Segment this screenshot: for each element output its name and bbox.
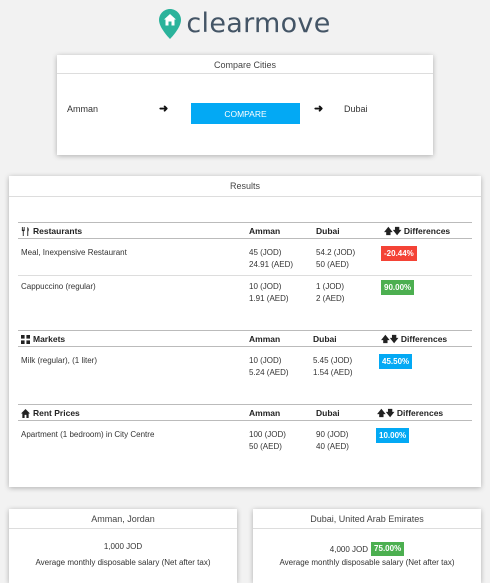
sort-arrows-icon: 🡅🡇 bbox=[384, 226, 402, 236]
from-price-aed: 5.24 (AED) bbox=[249, 368, 289, 377]
column-header-diff-label: Differences bbox=[400, 334, 448, 344]
from-price: 45 (JOD) bbox=[249, 248, 282, 257]
salary-value: 4,000 JOD bbox=[329, 544, 369, 554]
to-price: 5.45 (JOD) bbox=[313, 356, 353, 365]
item-label: Milk (regular), (1 liter) bbox=[21, 356, 98, 365]
difference-badge: -20.44% bbox=[381, 246, 417, 261]
divider bbox=[9, 528, 237, 529]
to-price-aed: 40 (AED) bbox=[316, 442, 349, 451]
column-header-to: Dubai bbox=[313, 334, 337, 344]
brand-name: clearmove bbox=[186, 8, 331, 39]
difference-badge: 10.00% bbox=[376, 428, 410, 443]
compare-cities-card: Compare Cities Amman ➜ COMPARE ➜ Dubai bbox=[57, 55, 433, 155]
from-price-aed: 24.91 (AED) bbox=[249, 260, 294, 269]
to-city-summary-title: Dubai, United Arab Emirates bbox=[310, 514, 424, 524]
from-price-aed: 1.91 (AED) bbox=[249, 294, 289, 303]
rent-prices-header: Rent Prices Amman Dubai 🡅🡇 Differences bbox=[18, 404, 472, 421]
table-row: Cappuccino (regular) 10 (JOD) 1.91 (AED)… bbox=[18, 276, 472, 310]
item-label: Cappuccino (regular) bbox=[21, 282, 96, 291]
table-row: Meal, Inexpensive Restaurant 45 (JOD) 24… bbox=[18, 240, 472, 276]
markets-header: Markets Amman Dubai 🡅🡇 Differences bbox=[18, 330, 472, 347]
to-price: 1 (JOD) bbox=[316, 282, 344, 291]
salary-caption: Average monthly disposable salary (Net a… bbox=[279, 558, 455, 567]
results-title: Results bbox=[229, 181, 260, 191]
section-title: Markets bbox=[21, 334, 65, 344]
column-header-from: Amman bbox=[249, 334, 281, 344]
home-icon bbox=[21, 408, 30, 418]
column-header-from: Amman bbox=[249, 226, 281, 236]
results-card: Results Restaurants Amman Dubai 🡅🡇 Diffe… bbox=[9, 176, 481, 487]
section-name: Rent Prices bbox=[33, 408, 80, 418]
item-label: Apartment (1 bedroom) in City Centre bbox=[21, 430, 155, 439]
to-price-aed: 1.54 (AED) bbox=[313, 368, 353, 377]
utensils-icon bbox=[21, 226, 29, 236]
from-price: 10 (JOD) bbox=[249, 356, 282, 365]
to-price: 90 (JOD) bbox=[316, 430, 349, 439]
to-price-aed: 2 (AED) bbox=[316, 294, 345, 303]
divider bbox=[253, 528, 481, 529]
table-row: Apartment (1 bedroom) in City Centre 100… bbox=[18, 422, 472, 458]
compare-cities-title: Compare Cities bbox=[213, 60, 277, 70]
divider bbox=[9, 196, 481, 197]
from-price-aed: 50 (AED) bbox=[249, 442, 282, 451]
salary-line: 4,000 JOD 75.00% bbox=[253, 542, 481, 556]
to-city-field[interactable]: Dubai bbox=[344, 104, 368, 114]
to-city-summary-card: Dubai, United Arab Emirates 4,000 JOD 75… bbox=[253, 509, 481, 583]
salary-difference-badge: 75.00% bbox=[371, 542, 405, 556]
salary-caption: Average monthly disposable salary (Net a… bbox=[35, 558, 211, 567]
restaurants-header: Restaurants Amman Dubai 🡅🡇 Differences bbox=[18, 222, 472, 239]
from-city-summary-card: Amman, Jordan 1,000 JOD Average monthly … bbox=[9, 509, 237, 583]
sort-arrows-icon: 🡅🡇 bbox=[381, 334, 399, 344]
sort-arrows-icon: 🡅🡇 bbox=[377, 408, 395, 418]
to-price: 54.2 (JOD) bbox=[316, 248, 356, 257]
arrow-right-icon: ➜ bbox=[159, 103, 169, 115]
salary-line: 1,000 JOD bbox=[9, 542, 237, 551]
difference-badge: 90.00% bbox=[381, 280, 415, 295]
column-header-diff: 🡅🡇 Differences bbox=[384, 226, 450, 240]
column-header-to: Dubai bbox=[316, 408, 340, 418]
section-title: Rent Prices bbox=[21, 408, 80, 418]
divider bbox=[57, 73, 433, 74]
difference-badge: 45.50% bbox=[379, 354, 413, 369]
column-header-diff-label: Differences bbox=[403, 226, 451, 236]
table-row: Milk (regular), (1 liter) 10 (JOD) 5.24 … bbox=[18, 348, 472, 384]
section-name: Markets bbox=[33, 334, 66, 344]
column-header-from: Amman bbox=[249, 408, 281, 418]
brand-logo: clearmove bbox=[0, 8, 490, 39]
column-header-diff: 🡅🡇 Differences bbox=[381, 334, 447, 348]
from-price: 100 (JOD) bbox=[249, 430, 286, 439]
arrow-right-icon: ➜ bbox=[314, 103, 324, 115]
from-city-summary-title: Amman, Jordan bbox=[91, 514, 155, 524]
item-label: Meal, Inexpensive Restaurant bbox=[21, 248, 127, 257]
from-price: 10 (JOD) bbox=[249, 282, 282, 291]
map-pin-home-icon bbox=[159, 8, 182, 39]
section-name: Restaurants bbox=[33, 226, 83, 236]
section-title: Restaurants bbox=[21, 226, 82, 236]
grid-icon bbox=[21, 334, 30, 344]
salary-value: 1,000 JOD bbox=[103, 542, 143, 551]
to-price-aed: 50 (AED) bbox=[316, 260, 349, 269]
compare-button[interactable]: COMPARE bbox=[191, 103, 300, 124]
from-city-field[interactable]: Amman bbox=[67, 104, 98, 114]
column-header-diff: 🡅🡇 Differences bbox=[377, 408, 443, 422]
column-header-diff-label: Differences bbox=[396, 408, 444, 418]
column-header-to: Dubai bbox=[316, 226, 340, 236]
